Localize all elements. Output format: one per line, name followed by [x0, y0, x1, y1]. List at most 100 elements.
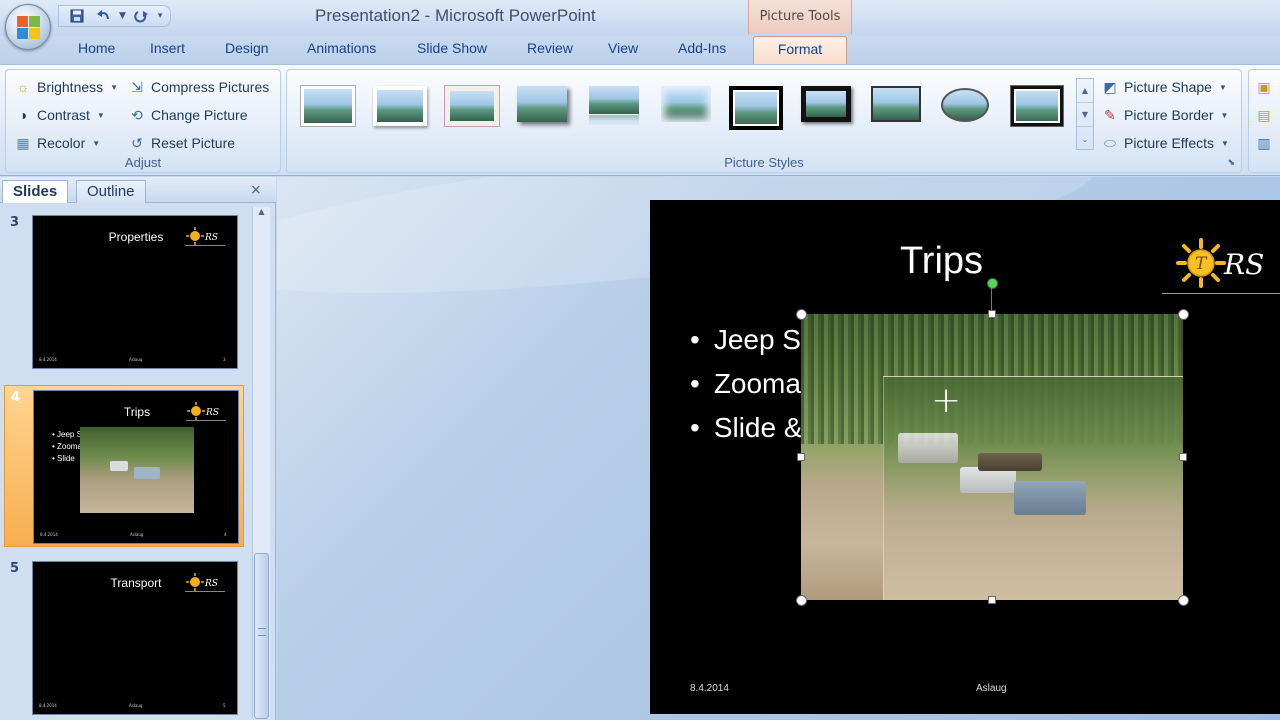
brightness-label: Brightness	[37, 79, 104, 95]
selection-pane-icon[interactable]: ▥	[1255, 132, 1273, 154]
resize-handle-bottom-right[interactable]	[1178, 595, 1189, 606]
gallery-up-icon[interactable]: ▲	[1077, 79, 1093, 103]
selected-picture[interactable]: +	[801, 314, 1183, 600]
reset-picture-button[interactable]: ↺ Reset Picture	[128, 132, 235, 154]
slides-scrollbar[interactable]: ▲	[252, 207, 270, 719]
resize-handle-right[interactable]	[1179, 453, 1187, 461]
brightness-button[interactable]: ☼ Brightness ▼	[14, 76, 119, 98]
send-to-back-icon[interactable]: ▤	[1255, 104, 1273, 126]
picture-style-simple-frame[interactable]	[301, 86, 355, 126]
slide-bullet[interactable]: Slide &	[690, 412, 803, 456]
gallery-down-icon[interactable]: ▼	[1077, 103, 1093, 127]
thumbnail-footer-author: Aslaug	[130, 532, 144, 537]
slide-bullet-list[interactable]: Jeep S Zooma Slide &	[690, 324, 803, 456]
picture-style-frame-shadow[interactable]	[373, 86, 427, 126]
picture-shape-label: Picture Shape	[1124, 79, 1212, 95]
slide-title[interactable]: Trips	[900, 240, 983, 283]
picture-border-button[interactable]: ✎ Picture Border ▼	[1101, 104, 1228, 126]
resize-handle-top-right[interactable]	[1178, 309, 1189, 320]
picture-shape-icon: ◩	[1103, 78, 1117, 95]
recolor-button[interactable]: ▦ Recolor ▼	[14, 132, 100, 154]
tab-view[interactable]: View	[608, 40, 638, 64]
picture-shape-button[interactable]: ◩ Picture Shape ▼	[1101, 76, 1227, 98]
logo-icon: RS	[185, 226, 225, 246]
svg-text:T: T	[1195, 254, 1208, 274]
thumbnail-bullets: • Jeep S • Zooma • Slide	[44, 429, 82, 465]
dropdown-arrow-icon: ▼	[1221, 138, 1229, 148]
tab-slides[interactable]: Slides	[2, 180, 69, 203]
resize-handle-bottom[interactable]	[988, 596, 996, 604]
compress-icon: ⇲	[131, 78, 143, 95]
picture-style-drop-shadow[interactable]	[517, 86, 571, 126]
slide-editing-area: Trips T RS Jeep S Zooma Slide &	[277, 177, 1280, 720]
change-picture-button[interactable]: ⟲ Change Picture	[128, 104, 248, 126]
logo-image[interactable]: T RS	[1162, 230, 1280, 294]
picture-effects-button[interactable]: ⬭ Picture Effects ▼	[1101, 132, 1229, 154]
contrast-button[interactable]: ◑ Contrast ▼	[14, 104, 105, 126]
reset-picture-label: Reset Picture	[151, 135, 236, 151]
current-slide[interactable]: Trips T RS Jeep S Zooma Slide &	[650, 200, 1280, 714]
thumbnail-bullet: • Jeep S	[52, 430, 82, 439]
picture-style-double-frame[interactable]	[1011, 86, 1065, 126]
tab-outline[interactable]: Outline	[76, 180, 146, 203]
slide-thumbnail-4[interactable]: 4 Trips RS • Jeep S • Zooma • Slide 8.4.…	[4, 385, 244, 547]
thumbnail-footer-date: 8.4.2014	[40, 532, 58, 537]
jeep-3	[1014, 481, 1086, 515]
save-icon[interactable]	[67, 7, 87, 25]
picture-style-thin-black[interactable]	[871, 86, 925, 126]
slide-bullet[interactable]: Jeep S	[690, 324, 803, 368]
picture-border-label: Picture Border	[1124, 107, 1214, 123]
redo-icon[interactable]	[132, 7, 152, 25]
resize-handle-left[interactable]	[797, 453, 805, 461]
scroll-thumb[interactable]	[254, 553, 269, 719]
slide-footer-author: Aslaug	[976, 683, 1007, 694]
picture-effects-label: Picture Effects	[1124, 135, 1215, 151]
tab-add-ins[interactable]: Add-Ins	[678, 40, 726, 64]
tab-design[interactable]: Design	[225, 40, 269, 64]
office-button[interactable]	[5, 4, 51, 50]
change-picture-label: Change Picture	[151, 107, 248, 123]
undo-dropdown-icon[interactable]: ▼	[119, 11, 126, 21]
thumbnail-bullet: • Slide	[52, 454, 75, 463]
tab-format[interactable]: Format	[753, 36, 847, 65]
tab-review[interactable]: Review	[527, 40, 573, 64]
bring-to-front-icon[interactable]: ▣	[1255, 76, 1273, 98]
undo-icon[interactable]	[93, 7, 113, 25]
picture-style-reflected[interactable]	[589, 86, 643, 126]
slide-thumbnail-5[interactable]: 5 Transport RS 8.4.2014 Aslaug 5	[4, 557, 244, 719]
slide-bullet[interactable]: Zooma	[690, 368, 803, 412]
rotation-handle[interactable]	[987, 278, 998, 289]
scroll-up-icon[interactable]: ▲	[253, 207, 270, 219]
quick-access-toolbar: ▼ ▾	[58, 5, 172, 27]
styles-gallery-scroll[interactable]: ▲ ▼ ⌄	[1076, 78, 1094, 150]
tab-insert[interactable]: Insert	[150, 40, 185, 64]
compress-pictures-button[interactable]: ⇲ Compress Pictures	[128, 76, 269, 98]
picture-style-thick-matte[interactable]	[445, 86, 499, 126]
logo-icon: RS	[185, 572, 225, 592]
customize-qat-icon[interactable]: ▾	[158, 11, 163, 21]
slide-thumbnail-3[interactable]: 3 Properties RS 8.4.2014 Aslaug 3	[4, 211, 244, 373]
tab-slide-show[interactable]: Slide Show	[417, 40, 487, 64]
picture-style-soft-edge[interactable]	[661, 86, 715, 126]
slides-pane: Slides Outline × 3 Properties RS 8.4.201…	[0, 177, 276, 720]
picture-style-black-frame[interactable]	[729, 86, 783, 130]
resize-handle-top-left[interactable]	[796, 309, 807, 320]
picture-styles-group-label: Picture Styles	[724, 155, 804, 170]
pane-tabs: Slides Outline ×	[0, 177, 276, 203]
resize-handle-bottom-left[interactable]	[796, 595, 807, 606]
close-pane-icon[interactable]: ×	[250, 182, 262, 198]
picture-style-oval[interactable]	[941, 86, 995, 126]
tab-animations[interactable]: Animations	[307, 40, 376, 64]
resize-handle-top[interactable]	[988, 310, 996, 318]
sun-logo-icon: T	[1176, 238, 1226, 288]
thumbnail-canvas: Properties RS 8.4.2014 Aslaug 3	[32, 215, 238, 369]
dropdown-arrow-icon: ▼	[1218, 82, 1227, 92]
tab-home[interactable]: Home	[78, 40, 115, 64]
gallery-more-icon[interactable]: ⌄	[1077, 127, 1093, 151]
picture-effects-icon: ⬭	[1104, 134, 1116, 151]
ribbon-tab-row: Home Insert Design Animations Slide Show…	[0, 36, 1280, 65]
picture-style-thick-black-frame[interactable]	[801, 86, 855, 126]
office-logo-icon	[17, 16, 41, 40]
move-cursor-icon: +	[931, 380, 962, 421]
adjust-group: ☼ Brightness ▼ ◑ Contrast ▼ ▦ Recolor ▼ ⇲ C…	[5, 69, 281, 173]
